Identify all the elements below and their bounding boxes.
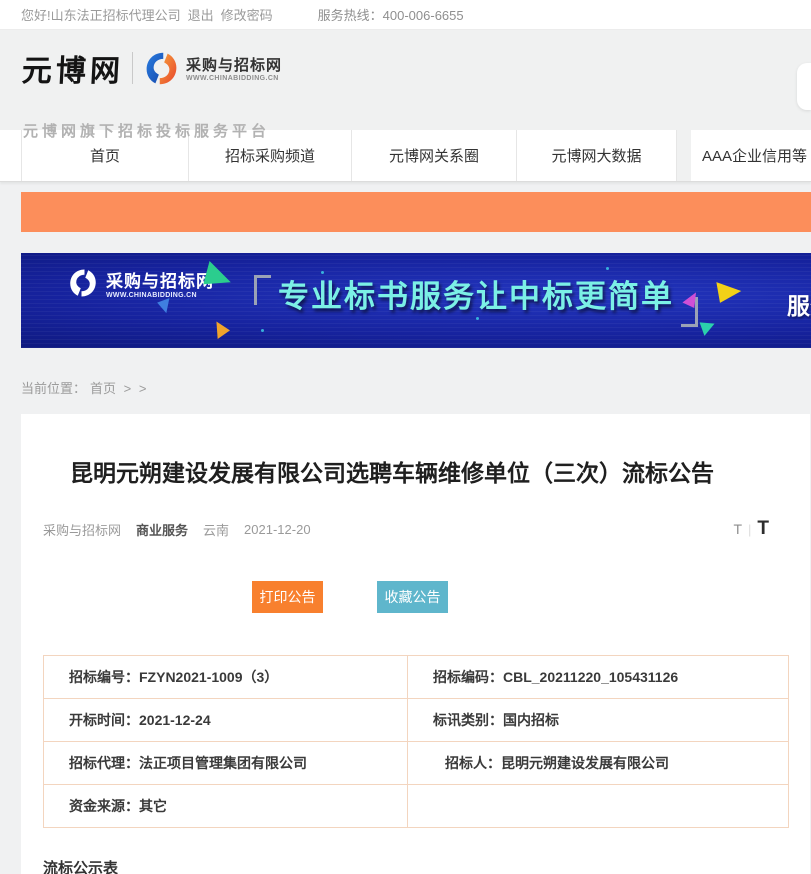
dot-icon [321, 271, 324, 274]
site-url: WWW.CHINABIDDING.CN [186, 75, 282, 82]
table-row: 招标代理：法正项目管理集团有限公司 招标人：昆明元朔建设发展有限公司 [44, 742, 789, 785]
meta-region: 云南 [203, 520, 229, 539]
print-announcement-button[interactable]: 打印公告 [252, 581, 323, 613]
change-password-link[interactable]: 修改密码 [221, 5, 273, 24]
banner-right-text: 服务 [787, 287, 811, 321]
nav-item-relation-circle[interactable]: 元博网关系圈 [352, 130, 517, 181]
banner-logo: 采购与招标网 WWW.CHINABIDDING.CN [68, 267, 214, 299]
nav-gap [677, 130, 691, 181]
table-row: 招标编号：FZYN2021-1009（3） 招标编码：CBL_20211220_… [44, 656, 789, 699]
font-controls-divider: | [748, 522, 751, 537]
table-row: 资金来源：其它 [44, 785, 789, 828]
open-time-cell: 开标时间：2021-12-24 [44, 699, 408, 742]
bid-info-table: 招标编号：FZYN2021-1009（3） 招标编码：CBL_20211220_… [43, 655, 789, 828]
breadcrumb-prefix: 当前位置： [21, 381, 86, 396]
site-header: 元博网 采购与招标网 WWW.CHINABIDDING.CN 元博网旗下招标投标… [0, 30, 811, 130]
promo-strip[interactable] [21, 192, 811, 232]
triangle-blue-icon [157, 298, 174, 315]
triangle-yellow-icon [716, 278, 742, 303]
announcement-title: 昆明元朔建设发展有限公司选聘车辆维修单位（三次）流标公告 [70, 458, 789, 488]
breadcrumb-separator: > [139, 381, 147, 396]
bracket-topleft-icon [254, 275, 271, 305]
side-floating-panel[interactable] [797, 63, 811, 110]
site-tagline: 元博网旗下招标投标服务平台 [23, 120, 270, 141]
service-hotline: 服务热线：400-006-6655 [318, 5, 464, 24]
bid-code-cell: 招标编码：CBL_20211220_105431126 [408, 656, 789, 699]
site-logo[interactable]: 元博网 采购与招标网 WWW.CHINABIDDING.CN [22, 46, 282, 90]
breadcrumb: 当前位置： 首页 > > [21, 378, 811, 397]
empty-cell [408, 785, 789, 828]
section-title: 流标公示表 [43, 857, 789, 874]
banner-site-name: 采购与招标网 [106, 267, 214, 292]
header-divider [132, 52, 133, 84]
agency-cell: 招标代理：法正项目管理集团有限公司 [44, 742, 408, 785]
table-row: 开标时间：2021-12-24 标讯类别：国内招标 [44, 699, 789, 742]
chinabidding-logo-icon [144, 51, 179, 86]
breadcrumb-separator: > [124, 381, 132, 396]
action-buttons: 打印公告 收藏公告 [43, 581, 789, 613]
site-name: 采购与招标网 [186, 54, 282, 75]
triangle-teal-icon [698, 322, 714, 336]
nav-item-credit-rating[interactable]: AAA企业信用等 [691, 130, 811, 181]
tenderer-cell: 招标人：昆明元朔建设发展有限公司 [408, 742, 789, 785]
user-greeting: 您好!山东法正招标代理公司 [21, 5, 181, 24]
announcement-card: 昆明元朔建设发展有限公司选聘车辆维修单位（三次）流标公告 采购与招标网 商业服务… [21, 414, 810, 874]
chinabidding-logo-white-icon [68, 268, 98, 298]
ad-banner[interactable]: 采购与招标网 WWW.CHINABIDDING.CN 专业标书服务让中标更简单 … [21, 253, 811, 348]
funding-source-cell: 资金来源：其它 [44, 785, 408, 828]
dot-icon [606, 267, 609, 270]
yuanbo-brand-text: 元博网 [21, 46, 125, 90]
dot-icon [261, 329, 264, 332]
site-title-block: 采购与招标网 WWW.CHINABIDDING.CN [186, 54, 282, 82]
meta-date: 2021-12-20 [244, 522, 311, 537]
announcement-meta: 采购与招标网 商业服务 云南 2021-12-20 T | T [43, 518, 789, 540]
font-size-controls: T | T [733, 518, 769, 540]
logout-link[interactable]: 退出 [188, 5, 214, 24]
meta-category: 商业服务 [136, 520, 188, 539]
font-size-large-button[interactable]: T [757, 518, 769, 540]
font-size-small-button[interactable]: T [733, 521, 742, 537]
banner-site-block: 采购与招标网 WWW.CHINABIDDING.CN [106, 267, 214, 299]
bid-number-cell: 招标编号：FZYN2021-1009（3） [44, 656, 408, 699]
bid-type-cell: 标讯类别：国内招标 [408, 699, 789, 742]
dot-icon [476, 317, 479, 320]
breadcrumb-home-link[interactable]: 首页 [90, 381, 116, 396]
triangle-orange-icon [209, 318, 230, 339]
top-utility-bar: 您好!山东法正招标代理公司 退出 修改密码 服务热线：400-006-6655 [0, 0, 811, 30]
banner-site-url: WWW.CHINABIDDING.CN [106, 292, 214, 299]
favorite-announcement-button[interactable]: 收藏公告 [377, 581, 448, 613]
nav-spacer [0, 130, 22, 181]
meta-source: 采购与招标网 [43, 520, 121, 539]
nav-item-big-data[interactable]: 元博网大数据 [517, 130, 677, 181]
